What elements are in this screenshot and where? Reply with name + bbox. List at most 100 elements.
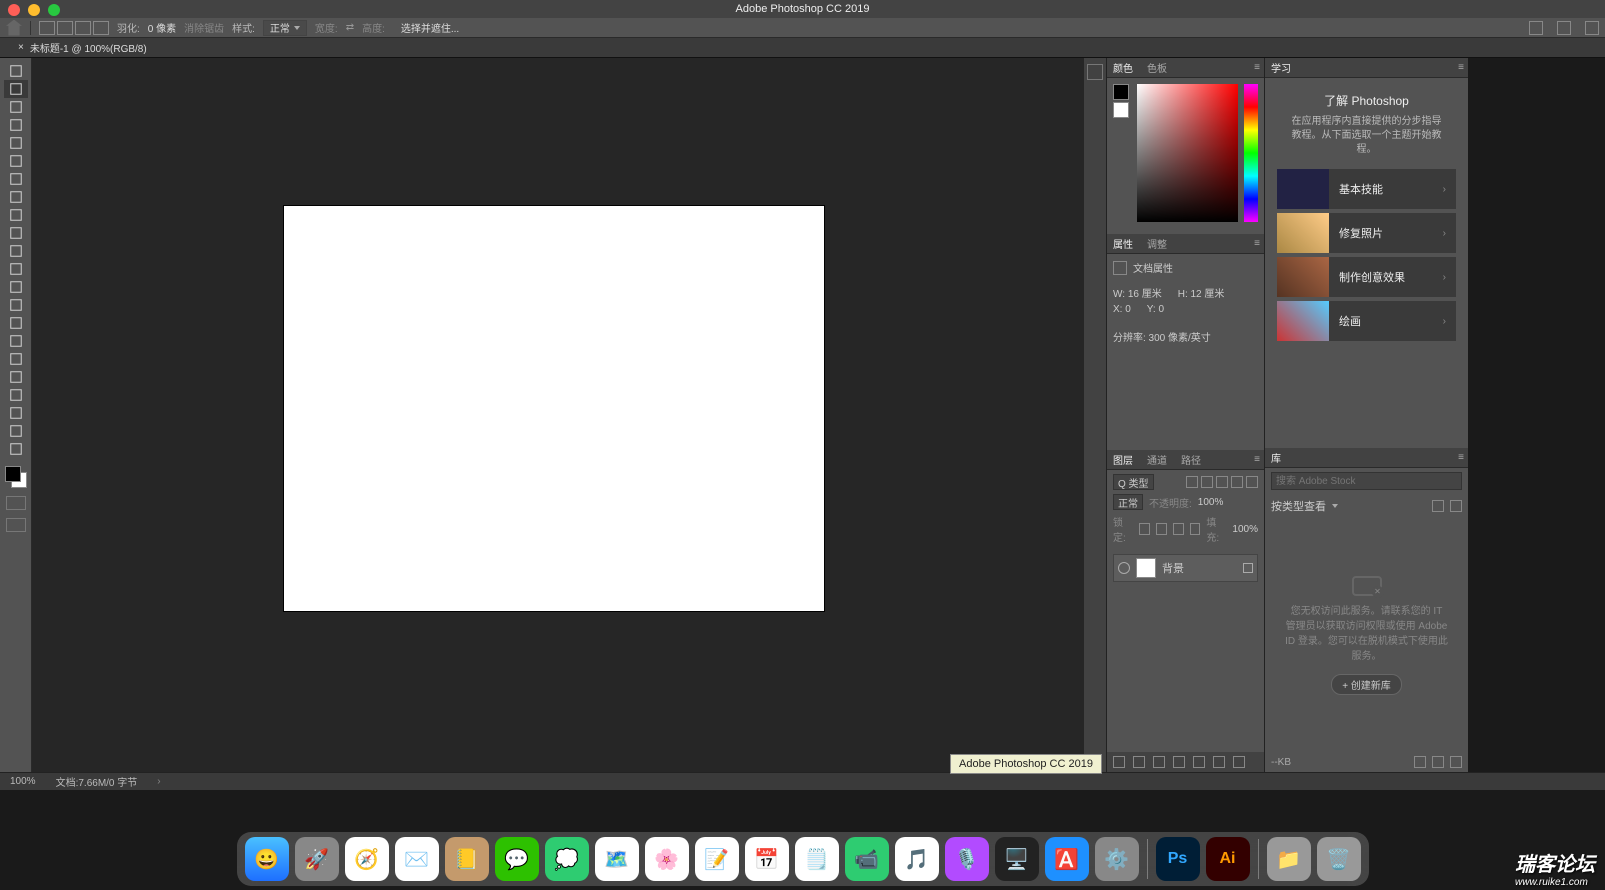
tool-eyedropper[interactable] xyxy=(4,170,28,188)
grid-view-icon[interactable] xyxy=(1432,500,1444,512)
dock-app-music[interactable]: 🎵 xyxy=(895,837,939,881)
new-selection-icon[interactable] xyxy=(39,21,55,35)
list-view-icon[interactable] xyxy=(1450,500,1462,512)
tool-history[interactable] xyxy=(4,242,28,260)
learn-card-basics[interactable]: 基本技能› xyxy=(1277,169,1456,209)
panel-menu-icon[interactable]: ≡ xyxy=(1458,452,1464,463)
tool-more[interactable] xyxy=(4,440,28,458)
select-and-mask-button[interactable]: 选择并遮住... xyxy=(393,20,467,35)
minimize-window-button[interactable] xyxy=(28,4,40,16)
adjustment-layer-icon[interactable] xyxy=(1173,756,1185,768)
dock-app-reminders[interactable]: 📝 xyxy=(695,837,739,881)
filter-adjust-icon[interactable] xyxy=(1201,476,1213,488)
zoom-level[interactable]: 100% xyxy=(10,776,36,787)
sync-icon[interactable] xyxy=(1414,756,1426,768)
dock-trash[interactable]: 🗑️ xyxy=(1317,837,1361,881)
tab-channels[interactable]: 通道 xyxy=(1145,452,1169,467)
visibility-toggle-icon[interactable] xyxy=(1118,562,1130,574)
dock-app-tv[interactable]: 🖥️ xyxy=(995,837,1039,881)
screenmode-button[interactable] xyxy=(6,518,26,532)
group-icon[interactable] xyxy=(1193,756,1205,768)
fill-value[interactable]: 100% xyxy=(1232,524,1258,535)
lock-all-icon[interactable] xyxy=(1190,523,1201,535)
tool-rectangle[interactable] xyxy=(4,386,28,404)
learn-card-paint[interactable]: 绘画› xyxy=(1277,301,1456,341)
tab-properties[interactable]: 属性 xyxy=(1111,236,1135,251)
color-field[interactable] xyxy=(1137,84,1238,222)
lock-position-icon[interactable] xyxy=(1173,523,1184,535)
tool-crop[interactable] xyxy=(4,134,28,152)
filter-smart-icon[interactable] xyxy=(1246,476,1258,488)
tool-heal[interactable] xyxy=(4,188,28,206)
panel-menu-icon[interactable]: ≡ xyxy=(1254,454,1260,465)
tab-swatches[interactable]: 色板 xyxy=(1145,60,1169,75)
tool-type[interactable] xyxy=(4,350,28,368)
dock-app-appstore[interactable]: 🅰️ xyxy=(1045,837,1089,881)
feather-value[interactable]: 0 像素 xyxy=(148,20,176,35)
filter-pixel-icon[interactable] xyxy=(1186,476,1198,488)
dock-app-mail[interactable]: ✉️ xyxy=(395,837,439,881)
dock-app-calendar[interactable]: 📅 xyxy=(745,837,789,881)
chevron-right-icon[interactable]: › xyxy=(157,776,160,787)
filter-shape-icon[interactable] xyxy=(1231,476,1243,488)
tab-color[interactable]: 颜色 xyxy=(1111,60,1135,75)
tool-zoom[interactable] xyxy=(4,422,28,440)
tool-quick-select[interactable] xyxy=(4,116,28,134)
intersect-selection-icon[interactable] xyxy=(93,21,109,35)
layer-mask-icon[interactable] xyxy=(1153,756,1165,768)
tool-move[interactable] xyxy=(4,62,28,80)
tab-learn[interactable]: 学习 xyxy=(1269,60,1293,75)
lock-transparency-icon[interactable] xyxy=(1139,523,1150,535)
tool-lasso[interactable] xyxy=(4,98,28,116)
collapsed-panel-icon[interactable] xyxy=(1087,64,1103,80)
canvas-area[interactable] xyxy=(32,58,1084,772)
panel-menu-icon[interactable]: ≡ xyxy=(1254,238,1260,249)
maximize-window-button[interactable] xyxy=(48,4,60,16)
fg-bg-swatch[interactable] xyxy=(1113,84,1131,228)
selection-mode-icons[interactable] xyxy=(39,21,109,35)
tool-gradient[interactable] xyxy=(4,278,28,296)
layer-name[interactable]: 背景 xyxy=(1162,560,1184,576)
dock-app-finder[interactable]: 😀 xyxy=(245,837,289,881)
document-canvas[interactable] xyxy=(284,206,824,611)
subtract-selection-icon[interactable] xyxy=(75,21,91,35)
color-swatch[interactable] xyxy=(5,466,27,488)
tool-blur[interactable] xyxy=(4,296,28,314)
add-icon[interactable] xyxy=(1432,756,1444,768)
tab-layers[interactable]: 图层 xyxy=(1111,452,1135,467)
dock-downloads[interactable]: 📁 xyxy=(1267,837,1311,881)
library-search-input[interactable] xyxy=(1271,472,1462,490)
layer-kind-filter[interactable]: Q 类型 xyxy=(1113,474,1154,490)
tool-path-select[interactable] xyxy=(4,368,28,386)
dock-app-launchpad[interactable]: 🚀 xyxy=(295,837,339,881)
dock-app-settings[interactable]: ⚙️ xyxy=(1095,837,1139,881)
home-button[interactable] xyxy=(6,20,22,36)
add-selection-icon[interactable] xyxy=(57,21,73,35)
document-tab-title[interactable]: 未标题-1 @ 100%(RGB/8) xyxy=(30,40,147,55)
blend-mode-dropdown[interactable]: 正常 xyxy=(1113,494,1143,510)
search-icon[interactable] xyxy=(1529,21,1543,35)
delete-layer-icon[interactable] xyxy=(1233,756,1245,768)
tab-library[interactable]: 库 xyxy=(1269,450,1283,465)
learn-card-effects[interactable]: 制作创意效果› xyxy=(1277,257,1456,297)
dock-app-maps[interactable]: 🗺️ xyxy=(595,837,639,881)
style-dropdown[interactable]: 正常 xyxy=(263,20,307,36)
dock-app-photoshop[interactable]: Ps xyxy=(1156,837,1200,881)
tool-frame[interactable] xyxy=(4,152,28,170)
dock-app-messages[interactable]: 💭 xyxy=(545,837,589,881)
tool-marquee[interactable] xyxy=(4,80,28,98)
tool-hand[interactable] xyxy=(4,404,28,422)
trash-icon[interactable] xyxy=(1450,756,1462,768)
library-view-dropdown[interactable]: 按类型查看 xyxy=(1271,498,1326,514)
tool-pen[interactable] xyxy=(4,332,28,350)
tab-paths[interactable]: 路径 xyxy=(1179,452,1203,467)
layer-row-background[interactable]: 背景 xyxy=(1113,554,1258,582)
share-icon[interactable] xyxy=(1585,21,1599,35)
tab-adjustments[interactable]: 调整 xyxy=(1145,236,1169,251)
new-layer-icon[interactable] xyxy=(1213,756,1225,768)
tool-brush[interactable] xyxy=(4,206,28,224)
filter-type-icon[interactable] xyxy=(1216,476,1228,488)
learn-card-retouch[interactable]: 修复照片› xyxy=(1277,213,1456,253)
panel-menu-icon[interactable]: ≡ xyxy=(1254,62,1260,73)
dock-app-facetime[interactable]: 📹 xyxy=(845,837,889,881)
